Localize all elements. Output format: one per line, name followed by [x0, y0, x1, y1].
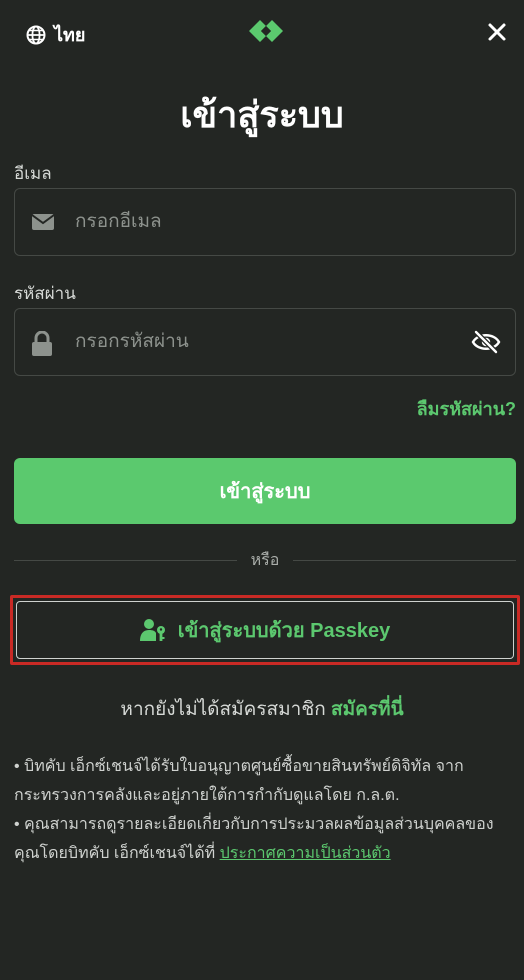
privacy-policy-link[interactable]: ประกาศความเป็นส่วนตัว [220, 845, 391, 862]
signup-link[interactable]: สมัครที่นี่ [331, 699, 404, 720]
password-input[interactable] [75, 309, 455, 375]
language-label: ไทย [54, 25, 86, 45]
password-label: รหัสผ่าน [14, 284, 76, 303]
passkey-button-label: เข้าสู่ระบบด้วย Passkey [177, 620, 391, 642]
email-label: อีเมล [14, 164, 52, 183]
divider-line-left [14, 559, 237, 561]
close-icon[interactable] [482, 17, 512, 47]
license-note: • บิทคับ เอ็กซ์เชนจ์ได้รับใบอนุญาตศูนย์ซ… [14, 758, 464, 804]
email-input[interactable] [75, 189, 455, 255]
legal-notes: • บิทคับ เอ็กซ์เชนจ์ได้รับใบอนุญาตศูนย์ซ… [14, 752, 514, 868]
envelope-icon [31, 214, 55, 230]
login-button[interactable]: เข้าสู่ระบบ [14, 458, 516, 524]
email-field-container [14, 188, 516, 256]
globe-icon [26, 25, 46, 44]
forgot-password-link[interactable]: ลืมรหัสผ่าน? [417, 394, 516, 423]
user-key-icon [139, 619, 165, 641]
divider-text: หรือ [250, 551, 280, 569]
privacy-note: • คุณสามารถดูรายละเอียดเกี่ยวกับการประมว… [14, 810, 514, 868]
bitkub-logo-icon [249, 20, 283, 42]
divider-line-right [293, 559, 516, 561]
lock-icon [32, 331, 52, 356]
password-field-container [14, 308, 516, 376]
passkey-login-button[interactable]: เข้าสู่ระบบด้วย Passkey [16, 601, 514, 659]
page-title: เข้าสู่ระบบ [180, 94, 344, 135]
or-divider: หรือ [14, 548, 516, 572]
language-switcher[interactable]: ไทย [26, 20, 85, 49]
top-bar: ไทย [0, 0, 524, 64]
eye-slash-icon[interactable] [471, 329, 501, 355]
signup-prompt-text: หากยังไม่ได้สมัครสมาชิก [120, 699, 326, 720]
signup-prompt: หากยังไม่ได้สมัครสมาชิก สมัครที่นี่ [0, 694, 524, 724]
